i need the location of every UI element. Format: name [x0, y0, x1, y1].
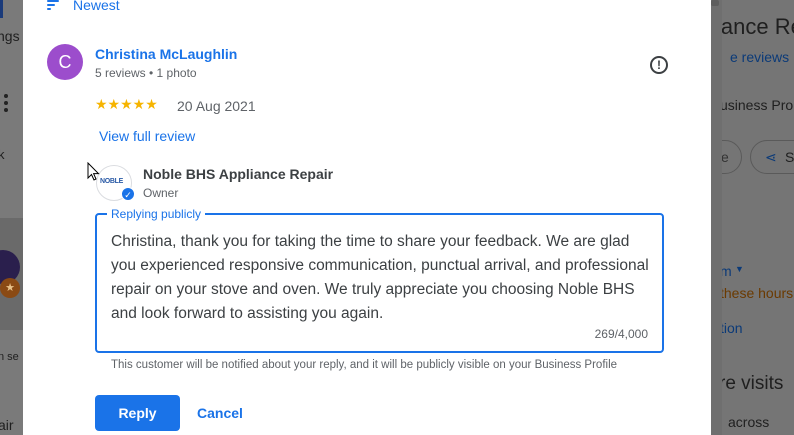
view-full-review-link[interactable]: View full review: [99, 128, 195, 144]
reviewer-avatar[interactable]: C: [47, 44, 83, 80]
reply-notice: This customer will be notified about you…: [111, 359, 618, 371]
report-icon[interactable]: !: [650, 56, 668, 74]
background-text: n se: [0, 351, 19, 363]
background-action-link: tion: [722, 320, 743, 336]
more-vert-icon: [4, 94, 8, 112]
background-accent-bar: [0, 0, 3, 18]
background-text: ngs: [0, 28, 20, 44]
background-pill-button: e: [722, 140, 742, 174]
review-date: 20 Aug 2021: [177, 98, 256, 114]
owner-name: Noble BHS Appliance Repair: [143, 166, 334, 182]
background-text: k: [0, 147, 5, 162]
reviewer-meta: 5 reviews • 1 photo: [95, 66, 197, 80]
background-text: air: [0, 417, 14, 433]
background-text: usiness Pro: [722, 97, 794, 113]
reply-text[interactable]: Christina, thank you for taking the time…: [111, 230, 651, 326]
background-reviews-link: e reviews: [730, 49, 790, 65]
background-page-right: iance Re e reviews usiness Pro e ⋖ S m ▼…: [722, 0, 794, 435]
background-heading: re visits: [722, 373, 784, 394]
sort-button[interactable]: Newest: [47, 0, 120, 13]
scrollbar-thumb[interactable]: [711, 0, 719, 6]
star-rating: ★★★★★: [95, 96, 158, 112]
reply-field-label: Replying publicly: [107, 207, 206, 221]
sort-label: Newest: [73, 0, 120, 13]
background-hours-note: these hours: [722, 285, 794, 301]
owner-role: Owner: [143, 186, 179, 200]
verified-check-icon: ✓: [121, 187, 135, 201]
reviewer-name[interactable]: Christina McLaughlin: [95, 46, 237, 62]
reply-textarea[interactable]: Replying publicly Christina, thank you f…: [95, 207, 664, 353]
mouse-pointer-icon: [87, 162, 100, 181]
reply-button[interactable]: Reply: [95, 395, 180, 431]
background-title: iance Re: [722, 14, 794, 39]
character-count: 269/4,000: [594, 327, 648, 341]
background-share-button: ⋖ S: [750, 140, 794, 174]
sort-icon: [47, 0, 59, 10]
dropdown-arrow-icon: ▼: [735, 264, 744, 274]
share-icon: ⋖: [765, 149, 777, 165]
background-hours-dropdown: m: [722, 263, 732, 279]
star-badge-icon: ★: [0, 278, 20, 298]
reply-dialog: Newest C Christina McLaughlin 5 reviews …: [23, 0, 711, 435]
cancel-button[interactable]: Cancel: [197, 405, 243, 421]
background-page-left: ngs k ★ n se air: [0, 0, 23, 435]
owner-logo-text: NOBLE: [100, 178, 124, 185]
background-text: across: [728, 414, 770, 430]
